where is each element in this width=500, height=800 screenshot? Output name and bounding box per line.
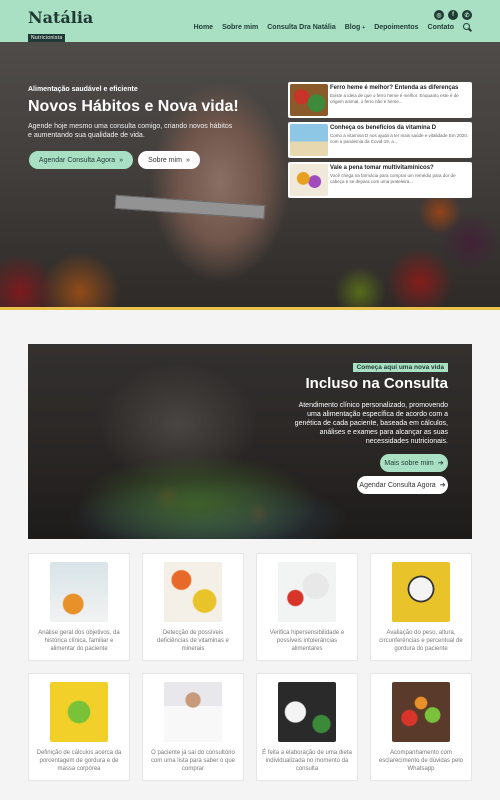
service-card: O paciente já sai do consultório com uma… xyxy=(142,673,244,781)
arrow-right-icon: ➔ xyxy=(439,482,446,489)
card-text: Acompanhamento com esclarecimento de dúv… xyxy=(378,750,464,772)
service-card: Verifica hipersensibilidade e possíveis … xyxy=(256,553,358,661)
card-text: Avaliação do peso, altura, circunferênci… xyxy=(379,630,463,652)
post-card[interactable]: Conheça os benefícios da vitamina D Como… xyxy=(288,122,472,158)
diet-plan-image xyxy=(278,682,336,742)
intolerance-image xyxy=(278,562,336,622)
nav-testimonials[interactable]: Depoimentos xyxy=(374,24,418,31)
service-card: Detecção de possíveis deficiências de vi… xyxy=(142,553,244,661)
included-title: Incluso na Consulta xyxy=(305,375,448,392)
instagram-icon[interactable]: ◎ xyxy=(434,10,444,20)
site-header: Natália Nutricionista ◎ f ✆ Home Sobre m… xyxy=(0,0,500,42)
included-description: Atendimento clínico personalizado, promo… xyxy=(294,402,448,445)
facebook-icon[interactable]: f xyxy=(448,10,458,20)
body-fat-image xyxy=(50,682,108,742)
more-about-button[interactable]: Mais sobre mim ➔ xyxy=(380,454,448,472)
card-text: Verifica hipersensibilidade e possíveis … xyxy=(269,630,345,652)
double-chevron-right-icon: » xyxy=(185,156,190,164)
schedule-button-label: Agendar Consulta Agora xyxy=(38,156,116,164)
scale-image xyxy=(392,562,450,622)
post-excerpt: Como a vitamina D nos ajuda a ter mais s… xyxy=(330,133,469,144)
nav-home[interactable]: Home xyxy=(194,24,213,31)
social-links: ◎ f ✆ xyxy=(434,10,472,20)
service-card: É feita a elaboração de uma dieta indivi… xyxy=(256,673,358,781)
schedule-button[interactable]: Agendar Consulta Agora » xyxy=(29,151,133,169)
logo-tag: Nutricionista xyxy=(28,34,66,42)
post-thumbnail xyxy=(290,124,328,156)
post-card[interactable]: Ferro heme é melhor? Entenda as diferenç… xyxy=(288,82,472,118)
post-thumbnail xyxy=(290,164,328,196)
service-card: Avaliação do peso, altura, circunferênci… xyxy=(370,553,472,661)
post-excerpt: Você chega na farmácia para comprar um r… xyxy=(330,173,456,184)
post-card[interactable]: Vale a pena tomar multivitamínicos? Você… xyxy=(288,162,472,198)
more-about-label: Mais sobre mim xyxy=(384,459,434,467)
hero-title: Novos Hábitos e Nova vida! xyxy=(28,98,239,115)
service-card: Definição de cálculos acerca da porcenta… xyxy=(28,673,130,781)
hero-description: Agende hoje mesmo uma consulta comigo, c… xyxy=(28,123,233,139)
nav-blog[interactable]: Blog + xyxy=(345,24,365,31)
vitamins-image xyxy=(164,562,222,622)
double-chevron-right-icon: » xyxy=(119,156,124,164)
nav-about[interactable]: Sobre mim xyxy=(222,24,258,31)
post-title: Conheça os benefícios da vitamina D xyxy=(330,125,437,131)
nav-contact[interactable]: Contato xyxy=(428,24,454,31)
card-text: É feita a elaboração de uma dieta indivi… xyxy=(262,750,352,772)
fruits-image xyxy=(392,682,450,742)
card-text: O paciente já sai do consultório com uma… xyxy=(150,750,236,772)
clinical-history-image xyxy=(50,562,108,622)
hero-kicker: Alimentação saudável e eficiente xyxy=(28,86,138,93)
whatsapp-icon[interactable]: ✆ xyxy=(462,10,472,20)
logo[interactable]: Natália Nutricionista xyxy=(28,10,93,44)
schedule-label: Agendar Consulta Agora xyxy=(359,481,436,489)
post-title: Ferro heme é melhor? Entenda as diferenç… xyxy=(330,85,459,91)
card-text: Detecção de possíveis deficiências de vi… xyxy=(157,630,229,652)
nav-consulta[interactable]: Consulta Dra Natália xyxy=(267,24,335,31)
main-nav: Home Sobre mim Consulta Dra Natália Blog… xyxy=(194,23,472,32)
schedule-button-secondary[interactable]: Agendar Consulta Agora ➔ xyxy=(357,476,448,494)
service-card: Acompanhamento com esclarecimento de dúv… xyxy=(370,673,472,781)
doctor-image xyxy=(164,682,222,742)
included-section: Começa aqui uma nova vida Incluso na Con… xyxy=(28,344,472,539)
included-tag: Começa aqui uma nova vida xyxy=(352,363,448,372)
post-excerpt: Existe a ideia de que o ferro heme é mel… xyxy=(330,93,459,104)
card-text: Definição de cálculos acerca da porcenta… xyxy=(36,750,122,772)
search-icon[interactable] xyxy=(463,23,472,32)
arrow-right-icon: ➔ xyxy=(437,460,444,467)
post-thumbnail xyxy=(290,84,328,116)
chevron-down-icon: + xyxy=(362,25,366,31)
recent-posts: Ferro heme é melhor? Entenda as diferenç… xyxy=(288,82,472,202)
logo-name: Natália xyxy=(28,8,94,27)
service-card: Análise geral dos objetivos, da históric… xyxy=(28,553,130,661)
hero-section: Alimentação saudável e eficiente Novos H… xyxy=(0,42,500,310)
about-button-label: Sobre mim xyxy=(148,156,182,164)
post-title: Vale a pena tomar multivitamínicos? xyxy=(330,165,434,171)
card-text: Análise geral dos objetivos, da históric… xyxy=(38,630,120,652)
nav-blog-label: Blog xyxy=(344,24,361,31)
about-button[interactable]: Sobre mim » xyxy=(138,151,200,169)
